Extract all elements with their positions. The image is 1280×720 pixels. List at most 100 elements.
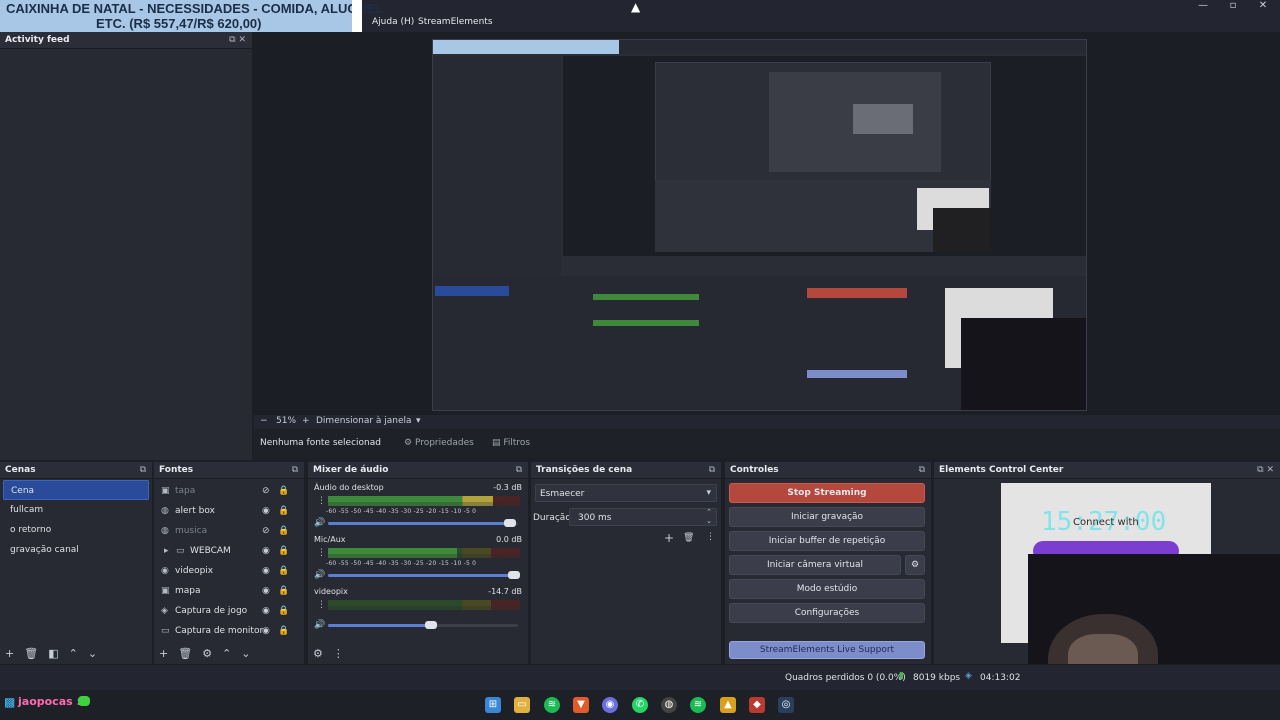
source-item[interactable]: ▣ tapa ⊘ 🔒 [158, 481, 300, 501]
volume-slider[interactable] [328, 571, 521, 579]
mixer-settings-icon[interactable]: ⚙ [313, 647, 323, 660]
eye-icon[interactable]: ◉ [262, 621, 270, 641]
properties-button[interactable]: ⚙ Propriedades [404, 438, 474, 448]
eye-icon[interactable]: ◉ [262, 501, 270, 521]
spotify-icon[interactable]: ≋ [544, 697, 560, 713]
eye-icon[interactable]: ◉ [262, 581, 270, 601]
program-preview[interactable] [432, 39, 1087, 411]
dock-menu-icon[interactable]: ⧉ [140, 462, 146, 479]
chevron-down-icon[interactable]: ▾ [416, 416, 421, 426]
zoom-out-icon[interactable]: − [260, 416, 268, 426]
more-icon[interactable]: ⋮ [317, 496, 326, 506]
float-close-icons[interactable]: ⧉ ✕ [1257, 462, 1274, 479]
app-icon[interactable]: ▲ [720, 697, 736, 713]
speaker-icon[interactable]: 🔊 [314, 518, 325, 528]
chevron-down-icon[interactable]: ⌄ [88, 647, 97, 660]
replay-buffer-button[interactable]: Iniciar buffer de repetição [729, 531, 925, 551]
resize-dropdown[interactable]: Dimensionar à janela [316, 416, 412, 426]
file-explorer-icon[interactable]: ▭ [514, 697, 530, 713]
hidden-eye-icon[interactable]: ⊘ [262, 521, 270, 541]
dock-menu-icon[interactable]: ⧉ [292, 462, 298, 479]
scene-item[interactable]: fullcam [3, 500, 149, 520]
speaker-icon[interactable]: 🔊 [314, 620, 325, 630]
lock-icon[interactable]: 🔒 [278, 561, 289, 581]
volume-slider[interactable] [328, 519, 518, 527]
eye-icon[interactable]: ◉ [262, 561, 270, 581]
dock-menu-icon[interactable]: ⧉ [516, 462, 522, 479]
trash-icon[interactable]: 🗑 [24, 647, 38, 660]
whatsapp-icon[interactable]: ✆ [632, 697, 648, 713]
chevron-down-icon[interactable]: ⌄ [241, 647, 250, 660]
duration-input[interactable]: 300 ms ⌃ ⌄ [569, 508, 717, 526]
close-window-icon[interactable]: ✕ [1248, 0, 1278, 14]
settings-button[interactable]: Configurações [729, 603, 925, 623]
studio-mode-button[interactable]: Modo estúdio [729, 579, 925, 599]
ecc-title: Elements Control Center [939, 465, 1064, 475]
activity-feed-dock: Activity feed ⧉ ✕ [0, 32, 252, 460]
lock-icon[interactable]: 🔒 [278, 541, 289, 561]
chevron-up-icon[interactable]: ⌃ [69, 647, 78, 660]
windows-start-icon[interactable]: ⊞ [485, 697, 501, 713]
source-item[interactable]: ▣ mapa ◉ 🔒 [158, 581, 300, 601]
spotify-icon[interactable]: ≋ [690, 697, 706, 713]
level-meter-right [328, 502, 520, 506]
minimize-icon[interactable]: — [1188, 0, 1218, 14]
lock-icon[interactable]: 🔒 [278, 481, 289, 501]
lock-icon[interactable]: 🔒 [278, 521, 289, 541]
brave-icon[interactable]: ▼ [573, 697, 589, 713]
volume-slider[interactable] [328, 621, 518, 629]
eye-icon[interactable]: ◉ [262, 541, 270, 561]
dock-menu-icon[interactable]: ⧉ [709, 462, 715, 479]
speaker-icon[interactable]: 🔊 [314, 570, 325, 580]
more-icon[interactable]: ⋮ [317, 548, 326, 558]
gear-icon[interactable]: ⚙ [202, 647, 212, 660]
filters-button[interactable]: ▤ Filtros [492, 438, 530, 448]
chevron-right-icon[interactable]: ▸ [164, 541, 176, 561]
shield-icon[interactable]: ◆ [749, 697, 765, 713]
eye-icon[interactable]: ◉ [262, 601, 270, 621]
transition-select[interactable]: Esmaecer ▾ [535, 484, 717, 502]
hidden-eye-icon[interactable]: ⊘ [262, 481, 270, 501]
stop-streaming-button[interactable]: Stop Streaming [729, 483, 925, 503]
start-recording-button[interactable]: Iniciar gravação [729, 507, 925, 527]
menu-help[interactable]: Ajuda (H) [372, 17, 414, 27]
scene-item[interactable]: gravação canal [3, 540, 149, 560]
source-item[interactable]: ◈ Captura de jogo ◉ 🔒 [158, 601, 300, 621]
live-support-button[interactable]: StreamElements Live Support [729, 641, 925, 659]
source-item[interactable]: ▭ Captura de monitor ◉ 🔒 [158, 621, 300, 641]
lock-icon[interactable]: 🔒 [278, 501, 289, 521]
dock-menu-icon[interactable]: ⧉ [919, 462, 925, 479]
meter-level [328, 502, 494, 506]
chevron-up-icon[interactable]: ⌃ [222, 647, 231, 660]
source-item[interactable]: ◍ musica ⊘ 🔒 [158, 521, 300, 541]
source-item[interactable]: ◍ alert box ◉ 🔒 [158, 501, 300, 521]
virtual-camera-button[interactable]: Iniciar câmera virtual [729, 555, 901, 575]
gear-icon[interactable]: ⚙ [905, 555, 925, 575]
float-close-icons[interactable]: ⧉ ✕ [229, 32, 246, 49]
lock-icon[interactable]: 🔒 [278, 621, 289, 641]
obs-icon[interactable]: ◍ [661, 697, 677, 713]
lock-icon[interactable]: 🔒 [278, 601, 289, 621]
controls-dock: Controles ⧉ Stop Streaming Iniciar gravaç… [725, 462, 931, 664]
stepper-icon[interactable]: ⌃ ⌄ [706, 508, 712, 526]
more-icon[interactable]: ⋮ [333, 647, 344, 660]
source-group[interactable]: ▸ ▭ WEBCAM ◉ 🔒 [158, 541, 300, 561]
more-icon[interactable]: ⋮ [317, 600, 326, 610]
filter-icon[interactable]: ◧ [48, 647, 58, 660]
scene-item[interactable]: Cena [3, 480, 149, 500]
maximize-icon[interactable]: ▫ [1218, 0, 1248, 14]
source-item[interactable]: ◉ videopix ◉ 🔒 [158, 561, 300, 581]
more-icon[interactable]: ⋮ [706, 532, 715, 542]
zoom-in-icon[interactable]: + [302, 416, 310, 426]
menu-streamelements[interactable]: StreamElements [418, 17, 493, 27]
scene-item[interactable]: o retorno [3, 520, 149, 540]
steam-icon[interactable]: ◎ [778, 697, 794, 713]
trash-icon[interactable]: 🗑 [683, 533, 694, 543]
add-icon[interactable]: + [664, 531, 674, 545]
discord-icon[interactable]: ◉ [602, 697, 618, 713]
add-icon[interactable]: + [5, 647, 14, 660]
trash-icon[interactable]: 🗑 [178, 647, 192, 660]
lock-icon[interactable]: 🔒 [278, 581, 289, 601]
add-icon[interactable]: + [159, 647, 168, 660]
audio-icon: ◍ [161, 526, 169, 536]
